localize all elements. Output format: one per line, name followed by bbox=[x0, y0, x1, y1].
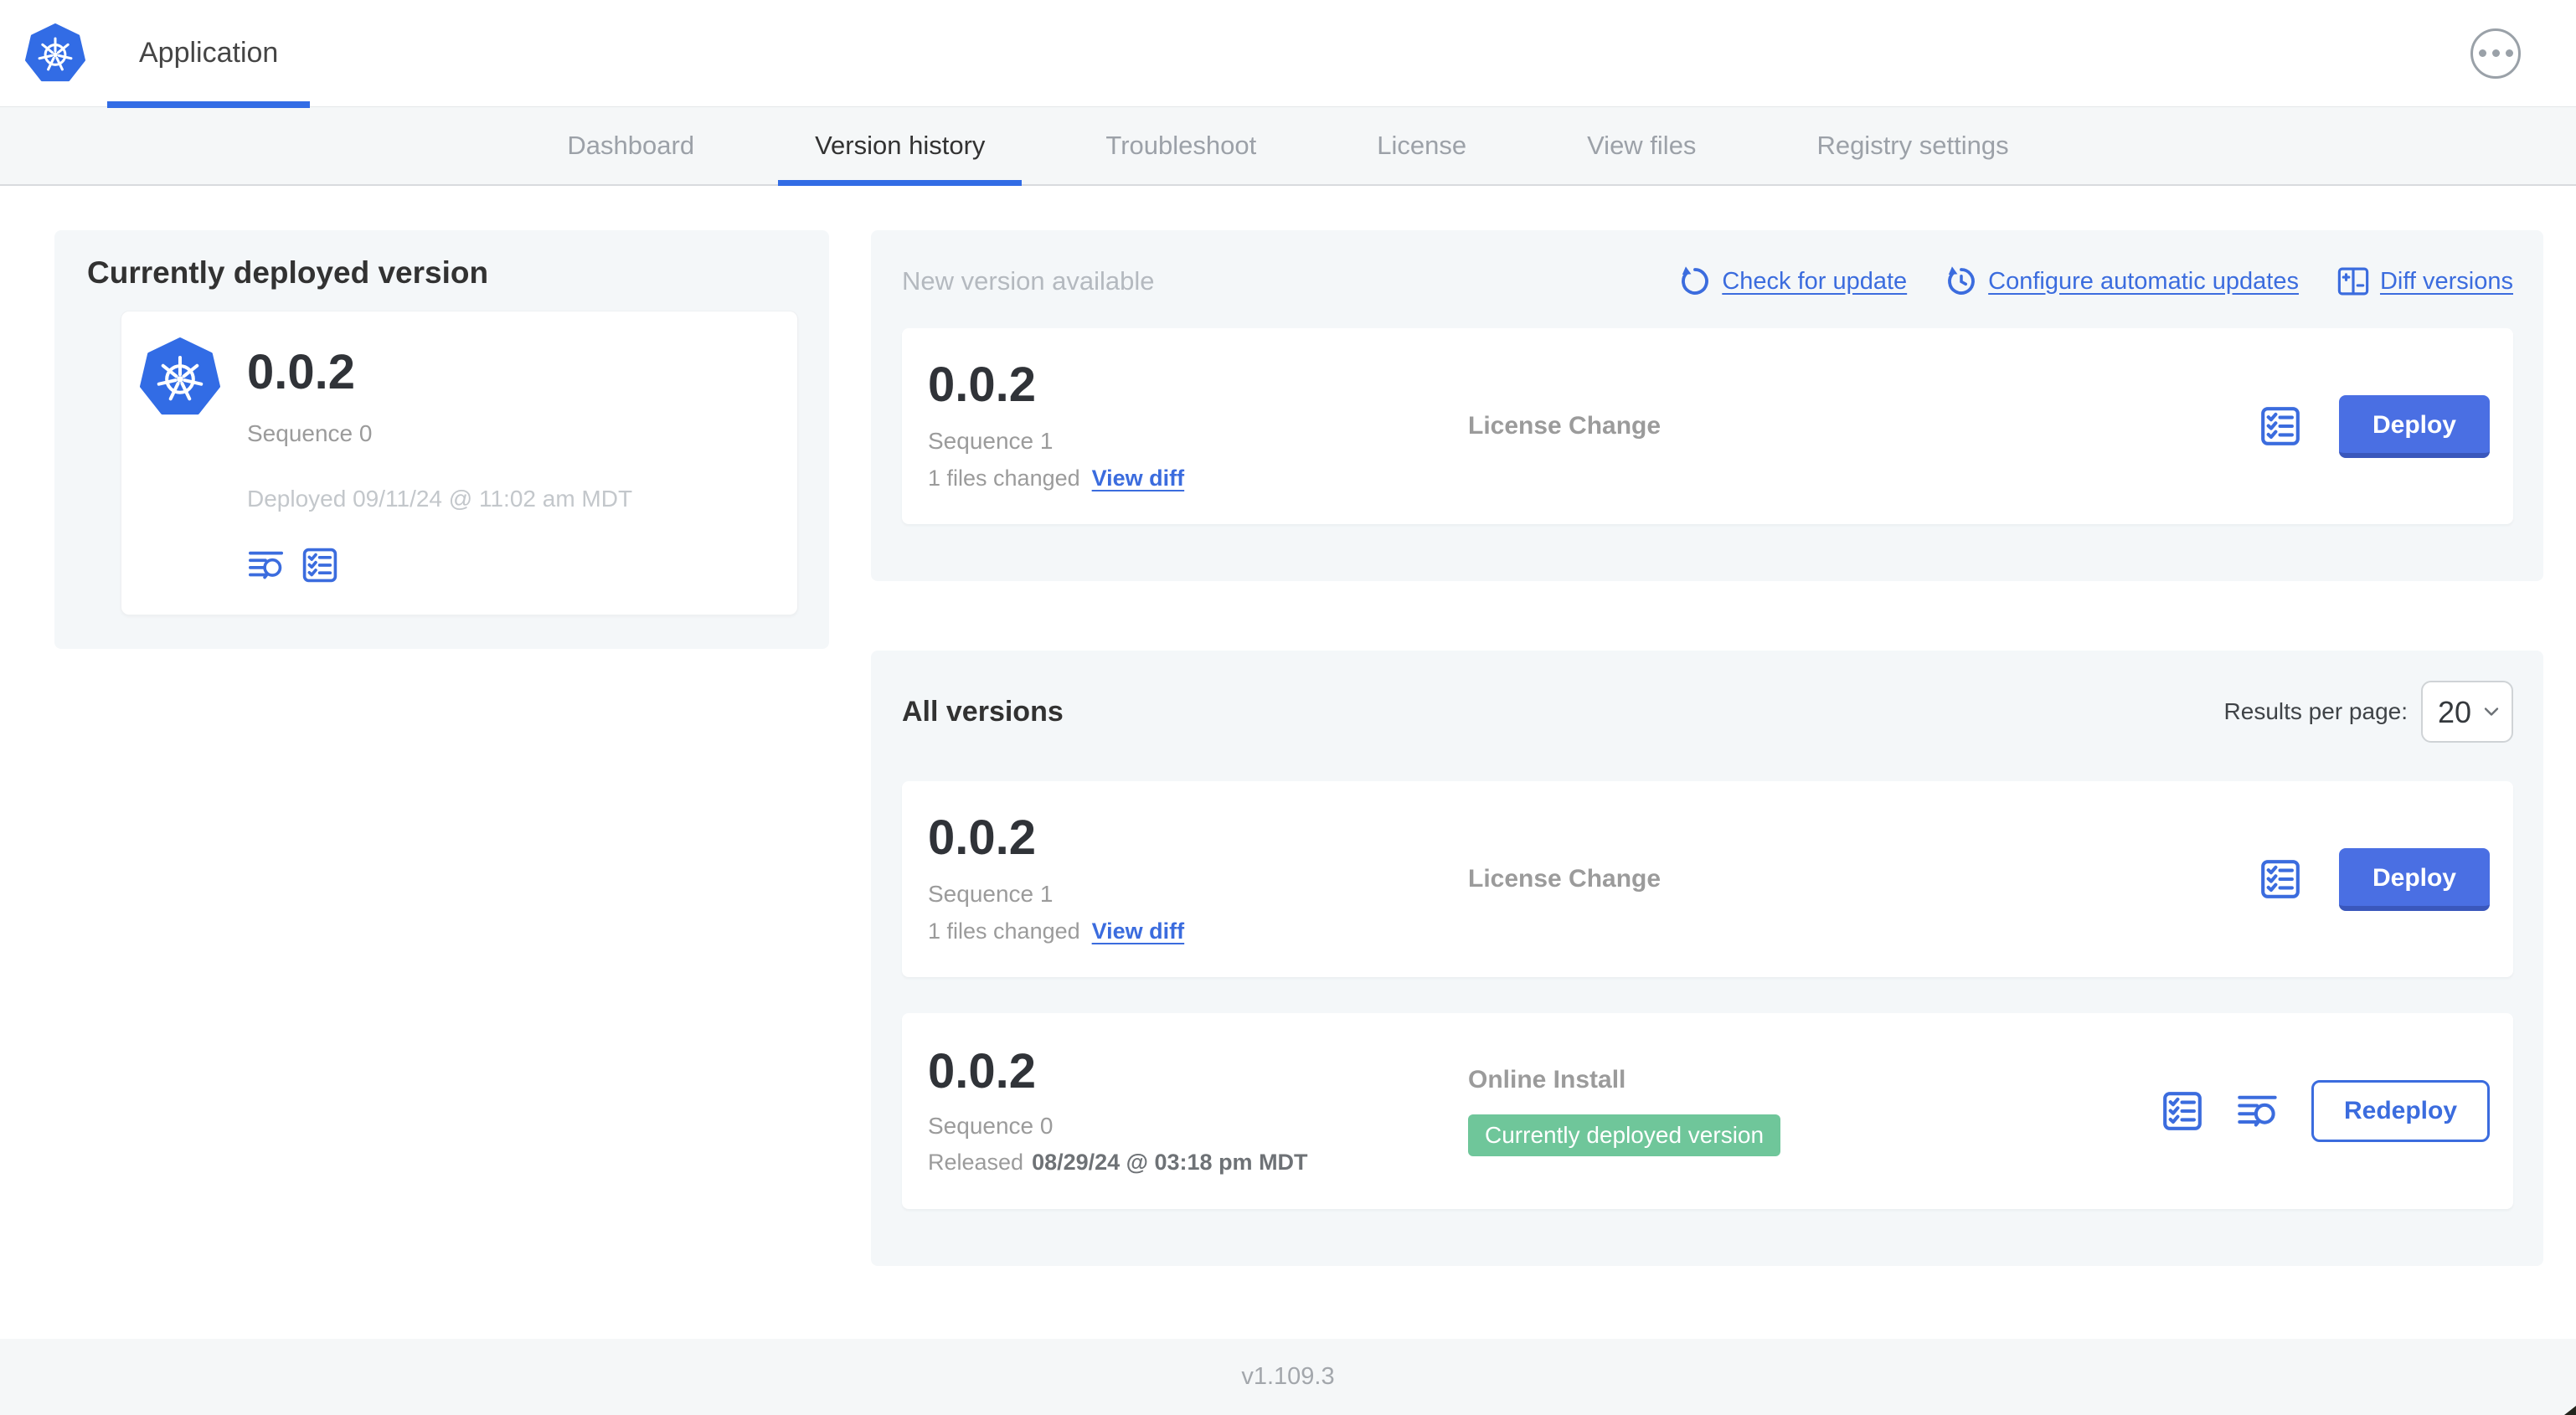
tab-registry-settings[interactable]: Registry settings bbox=[1756, 107, 2069, 184]
version-info: 0.0.2 Sequence 1 1 files changed View di… bbox=[928, 361, 1468, 491]
version-number: 0.0.2 bbox=[928, 810, 1036, 865]
update-actions: Check for update Configure automatic upd… bbox=[1677, 264, 2513, 299]
deploy-button[interactable]: Deploy bbox=[2338, 847, 2490, 911]
results-per-page-select-wrap: 20 bbox=[2421, 681, 2513, 743]
checklist-icon[interactable] bbox=[2161, 1089, 2204, 1133]
kubernetes-logo-icon bbox=[140, 337, 220, 419]
results-per-page-select[interactable]: 20 bbox=[2421, 681, 2513, 743]
released-row: Released 08/29/24 @ 03:18 pm MDT bbox=[928, 1150, 1468, 1176]
deploy-button[interactable]: Deploy bbox=[2338, 394, 2490, 458]
kots-admin-console: { "colors": { "primary_blue": "#3B6CDE",… bbox=[0, 0, 2576, 1415]
deployed-sequence: Sequence 0 bbox=[247, 420, 373, 446]
ellipsis-icon bbox=[2478, 49, 2486, 57]
currently-deployed-title: Currently deployed version bbox=[87, 255, 489, 290]
check-for-update-link[interactable]: Check for update bbox=[1677, 264, 1907, 299]
version-actions: Deploy bbox=[2259, 847, 2490, 911]
version-sequence: Sequence 1 bbox=[928, 428, 1054, 454]
all-versions-head: All versions Results per page: 20 bbox=[902, 651, 2513, 743]
version-row: 0.0.2 Sequence 0 Released 08/29/24 @ 03:… bbox=[902, 1013, 2513, 1209]
new-version-title: New version available bbox=[902, 266, 1155, 296]
files-changed-text: 1 files changed bbox=[928, 466, 1080, 491]
deployed-version-card: 0.0.2 Sequence 0 Deployed 09/11/24 @ 11:… bbox=[121, 311, 798, 615]
overflow-menu-button[interactable] bbox=[2470, 28, 2521, 79]
results-per-page: Results per page: 20 bbox=[2224, 681, 2513, 743]
logs-icon[interactable] bbox=[247, 546, 286, 584]
files-changed-row: 1 files changed View diff bbox=[928, 918, 1468, 944]
version-sequence: Sequence 1 bbox=[928, 881, 1054, 907]
all-versions-title: All versions bbox=[902, 695, 1064, 728]
source-label: License Change bbox=[1468, 412, 1662, 440]
tab-troubleshoot[interactable]: Troubleshoot bbox=[1045, 107, 1316, 184]
view-diff-link[interactable]: View diff bbox=[1092, 466, 1185, 491]
app-header: Application bbox=[0, 0, 2576, 108]
deployed-card-actions bbox=[247, 546, 632, 584]
source-label: Online Install bbox=[1468, 1066, 1626, 1093]
logs-icon[interactable] bbox=[2236, 1089, 2280, 1133]
version-actions: Deploy bbox=[2259, 394, 2490, 458]
diff-icon bbox=[2337, 267, 2369, 296]
diff-versions-link[interactable]: Diff versions bbox=[2336, 264, 2513, 299]
version-sequence: Sequence 0 bbox=[928, 1112, 1054, 1139]
app-nav: Dashboard Version history Troubleshoot L… bbox=[0, 107, 2576, 186]
tab-view-files[interactable]: View files bbox=[1527, 107, 1756, 184]
currently-deployed-panel: Currently deployed version 0.0.2 Sequenc… bbox=[54, 230, 829, 649]
version-number: 0.0.2 bbox=[928, 1043, 1036, 1099]
app-tab[interactable]: Application bbox=[107, 0, 311, 108]
released-prefix: Released bbox=[928, 1149, 1024, 1175]
released-date: 08/29/24 @ 03:18 pm MDT bbox=[1032, 1149, 1308, 1175]
view-diff-link[interactable]: View diff bbox=[1092, 918, 1185, 944]
deployed-version-details: 0.0.2 Sequence 0 Deployed 09/11/24 @ 11:… bbox=[247, 337, 632, 584]
deployed-version-number: 0.0.2 bbox=[247, 345, 355, 399]
checklist-icon[interactable] bbox=[301, 546, 339, 584]
refresh-icon bbox=[1681, 265, 1709, 295]
app-footer: v1.109.3 bbox=[0, 1339, 2576, 1415]
right-column: New version available Check for update C… bbox=[871, 230, 2543, 1266]
new-version-panel-head: New version available Check for update C… bbox=[902, 230, 2513, 299]
version-info: 0.0.2 Sequence 0 Released 08/29/24 @ 03:… bbox=[928, 1047, 1468, 1176]
version-number: 0.0.2 bbox=[928, 358, 1036, 412]
app-title: Application bbox=[139, 37, 279, 69]
currently-deployed-badge: Currently deployed version bbox=[1468, 1114, 1781, 1156]
tab-license[interactable]: License bbox=[1316, 107, 1527, 184]
deployed-timestamp: Deployed 09/11/24 @ 11:02 am MDT bbox=[247, 486, 633, 512]
version-source: License Change bbox=[1468, 412, 2259, 440]
new-version-panel: New version available Check for update C… bbox=[871, 230, 2543, 581]
source-label: License Change bbox=[1468, 865, 1662, 893]
checklist-icon[interactable] bbox=[2259, 404, 2302, 448]
tab-version-history[interactable]: Version history bbox=[755, 107, 1045, 186]
version-row: 0.0.2 Sequence 1 1 files changed View di… bbox=[902, 781, 2513, 977]
results-per-page-label: Results per page: bbox=[2223, 698, 2408, 724]
main-content: Currently deployed version 0.0.2 Sequenc… bbox=[0, 186, 2576, 1339]
files-changed-text: 1 files changed bbox=[928, 918, 1080, 944]
checklist-icon[interactable] bbox=[2259, 857, 2302, 901]
version-source: License Change bbox=[1468, 865, 2259, 893]
kubernetes-logo-icon bbox=[25, 23, 85, 81]
configure-automatic-updates-link[interactable]: Configure automatic updates bbox=[1944, 264, 2299, 299]
scheduled-update-icon bbox=[1947, 265, 1976, 295]
version-actions: Redeploy bbox=[2161, 1080, 2490, 1142]
tab-dashboard[interactable]: Dashboard bbox=[507, 107, 755, 184]
files-changed-row: 1 files changed View diff bbox=[928, 466, 1468, 491]
version-info: 0.0.2 Sequence 1 1 files changed View di… bbox=[928, 814, 1468, 944]
version-source: Online Install Currently deployed versio… bbox=[1468, 1066, 2161, 1156]
new-version-card: 0.0.2 Sequence 1 1 files changed View di… bbox=[902, 328, 2513, 524]
redeploy-button[interactable]: Redeploy bbox=[2311, 1080, 2490, 1142]
all-versions-panel: All versions Results per page: 20 0.0.2 … bbox=[871, 651, 2543, 1266]
console-version: v1.109.3 bbox=[1241, 1363, 1335, 1390]
